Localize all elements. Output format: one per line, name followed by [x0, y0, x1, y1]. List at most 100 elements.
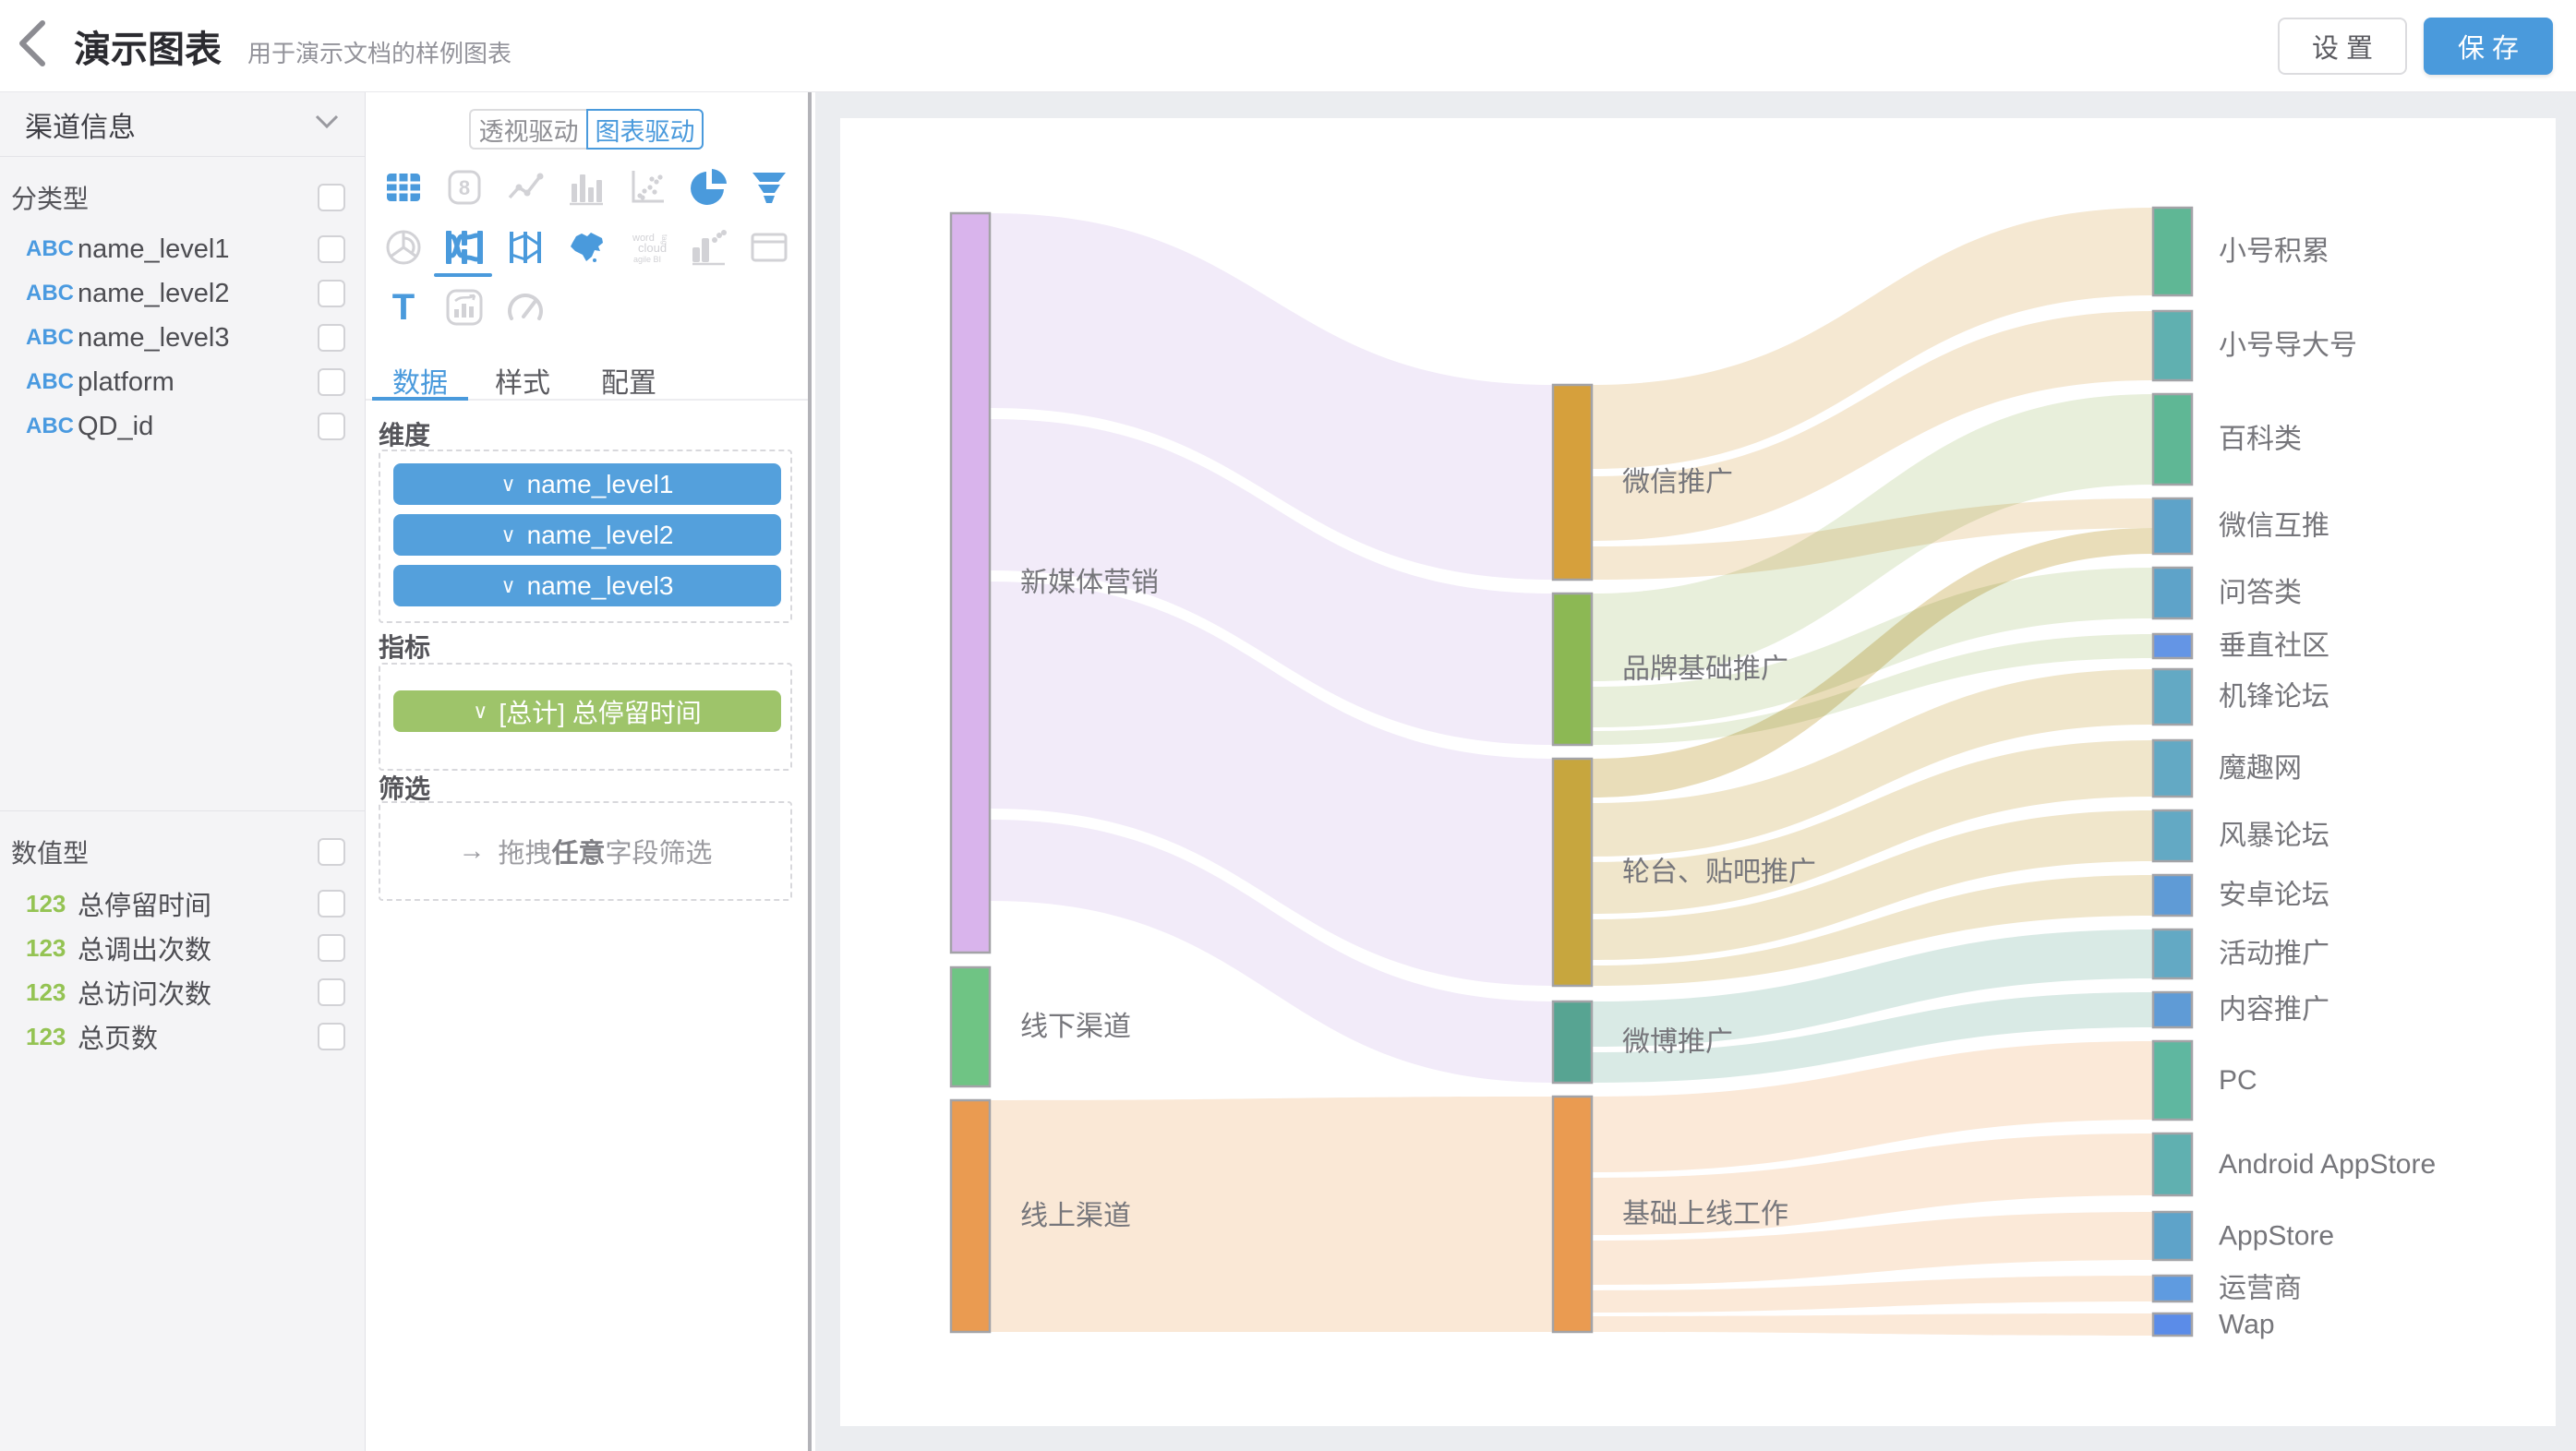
field-checkbox[interactable]	[318, 890, 345, 917]
field-row[interactable]: ABCname_level3	[0, 316, 365, 360]
chart-type-scatter-chart-icon[interactable]	[627, 167, 668, 208]
section-checkbox[interactable]	[318, 838, 345, 866]
chart-type-sankey-chart-icon[interactable]	[444, 227, 485, 268]
field-row[interactable]: 123总调出次数	[0, 926, 365, 970]
chevron-down-icon	[315, 114, 339, 134]
field-checkbox[interactable]	[318, 1023, 345, 1050]
sankey-node[interactable]	[2153, 1212, 2192, 1260]
sankey-node-label: Android AppStore	[2219, 1149, 2436, 1180]
field-row[interactable]: ABCname_level2	[0, 271, 365, 316]
field-row[interactable]: ABCname_level1	[0, 227, 365, 271]
sankey-node[interactable]	[2153, 810, 2192, 861]
filter-dropzone[interactable]: → 拖拽任意字段筛选	[379, 801, 792, 901]
field-checkbox[interactable]	[318, 235, 345, 263]
measure-pill[interactable]: ∨[总计] 总停留时间	[393, 690, 781, 732]
sankey-link[interactable]	[1592, 1313, 2153, 1336]
chart-type-line-chart-icon[interactable]	[505, 167, 546, 208]
pill-label: name_level3	[527, 571, 674, 601]
field-checkbox[interactable]	[318, 978, 345, 1006]
field-checkbox[interactable]	[318, 413, 345, 440]
sankey-node[interactable]	[2153, 740, 2192, 797]
field-row[interactable]: 123总访问次数	[0, 970, 365, 1014]
dataset-selector[interactable]: 渠道信息	[0, 92, 365, 157]
field-row[interactable]: ABCQD_id	[0, 404, 365, 449]
sankey-node[interactable]	[2153, 929, 2192, 978]
field-checkbox[interactable]	[318, 368, 345, 396]
sankey-node[interactable]	[2153, 208, 2192, 295]
chart-type-china-map-icon[interactable]	[566, 227, 607, 268]
sankey-node-label: 垂直社区	[2219, 631, 2329, 662]
sankey-node[interactable]	[1553, 594, 1592, 745]
sankey-node[interactable]	[2153, 634, 2192, 658]
section-header: 数值型	[0, 832, 365, 872]
back-button[interactable]	[0, 0, 65, 92]
sankey-node[interactable]	[1553, 385, 1592, 580]
chart-type-bar-chart-icon[interactable]	[566, 167, 607, 208]
sankey-node[interactable]	[2153, 1313, 2192, 1336]
field-checkbox[interactable]	[318, 280, 345, 307]
measure-dropzone[interactable]: ∨[总计] 总停留时间	[379, 663, 792, 771]
dimension-pill[interactable]: ∨name_level3	[393, 565, 781, 606]
text-type-icon: ABC	[26, 414, 78, 439]
field-name: 总停留时间	[78, 884, 318, 923]
filter-label: 筛选	[379, 769, 430, 806]
sankey-node-label: 内容推广	[2219, 995, 2329, 1025]
mode-toggle: 透视驱动 图表驱动	[469, 109, 704, 150]
chart-canvas[interactable]: 新媒体营销线下渠道线上渠道微信推广品牌基础推广轮台、贴吧推广微博推广基础上线工作…	[840, 118, 2556, 1426]
sankey-node[interactable]	[1553, 1001, 1592, 1083]
dimension-dropzone[interactable]: ∨name_level1 ∨name_level2 ∨name_level3	[379, 450, 792, 623]
field-checkbox[interactable]	[318, 324, 345, 352]
sankey-node[interactable]	[1553, 759, 1592, 986]
pill-label: name_level1	[527, 470, 674, 499]
sankey-node[interactable]	[951, 213, 990, 953]
sankey-node[interactable]	[951, 1100, 990, 1332]
number-type-icon: 123	[26, 934, 78, 963]
chart-type-mixed-chart-icon[interactable]	[444, 287, 485, 328]
sankey-node[interactable]	[2153, 568, 2192, 618]
chart-type-web-frame-icon[interactable]	[749, 227, 789, 268]
sankey-node[interactable]	[2153, 498, 2192, 554]
sankey-node-label: 机锋论坛	[2219, 682, 2329, 713]
sankey-diagram: 新媒体营销线下渠道线上渠道微信推广品牌基础推广轮台、贴吧推广微博推广基础上线工作…	[840, 118, 2556, 1426]
save-button[interactable]: 保 存	[2424, 18, 2553, 75]
page-subtitle: 用于演示文档的样例图表	[247, 22, 512, 69]
chart-type-word-cloud-icon[interactable]: wordcloudagile BItag	[627, 227, 668, 268]
sankey-node-label: 安卓论坛	[2219, 881, 2329, 911]
sankey-node[interactable]	[951, 967, 990, 1086]
section-checkbox[interactable]	[318, 184, 345, 211]
mode-chart-driven[interactable]: 图表驱动	[586, 109, 704, 150]
chart-type-number-card-icon[interactable]: 8	[444, 167, 485, 208]
sankey-node[interactable]	[2153, 1276, 2192, 1301]
chart-type-parallel-chart-icon[interactable]	[505, 227, 546, 268]
tab-data[interactable]: 数据	[372, 360, 468, 401]
chart-type-pie-chart-icon[interactable]	[688, 167, 728, 208]
section-title: 分类型	[11, 179, 318, 216]
chart-type-combo-chart-icon[interactable]	[688, 227, 728, 268]
sankey-node[interactable]	[2153, 875, 2192, 916]
dimension-pill[interactable]: ∨name_level1	[393, 463, 781, 505]
chart-type-table-icon[interactable]	[383, 167, 424, 208]
sankey-node[interactable]	[2153, 1041, 2192, 1120]
sankey-node[interactable]	[2153, 669, 2192, 725]
sankey-node[interactable]	[2153, 394, 2192, 485]
tab-style[interactable]: 样式	[475, 360, 571, 401]
settings-button[interactable]: 设 置	[2278, 18, 2407, 75]
sankey-node[interactable]	[2153, 1133, 2192, 1195]
dimension-pill[interactable]: ∨name_level2	[393, 514, 781, 556]
field-checkbox[interactable]	[318, 934, 345, 962]
chart-type-funnel-chart-icon[interactable]	[749, 167, 789, 208]
selected-chart-underline	[434, 273, 492, 277]
tab-config[interactable]: 配置	[581, 360, 677, 401]
sankey-node[interactable]	[1553, 1097, 1592, 1332]
sankey-node[interactable]	[2153, 992, 2192, 1027]
field-row[interactable]: 123总页数	[0, 1014, 365, 1059]
mode-pivot-driven[interactable]: 透视驱动	[469, 109, 586, 150]
field-row[interactable]: 123总停留时间	[0, 881, 365, 926]
chart-type-rose-chart-icon[interactable]	[383, 227, 424, 268]
sankey-node-label: 运营商	[2219, 1274, 2302, 1304]
field-name: name_level2	[78, 279, 318, 309]
chart-type-text-chart-icon[interactable]: T	[383, 287, 424, 328]
field-row[interactable]: ABCplatform	[0, 360, 365, 404]
sankey-node[interactable]	[2153, 311, 2192, 380]
chart-type-gauge-chart-icon[interactable]	[505, 287, 546, 328]
